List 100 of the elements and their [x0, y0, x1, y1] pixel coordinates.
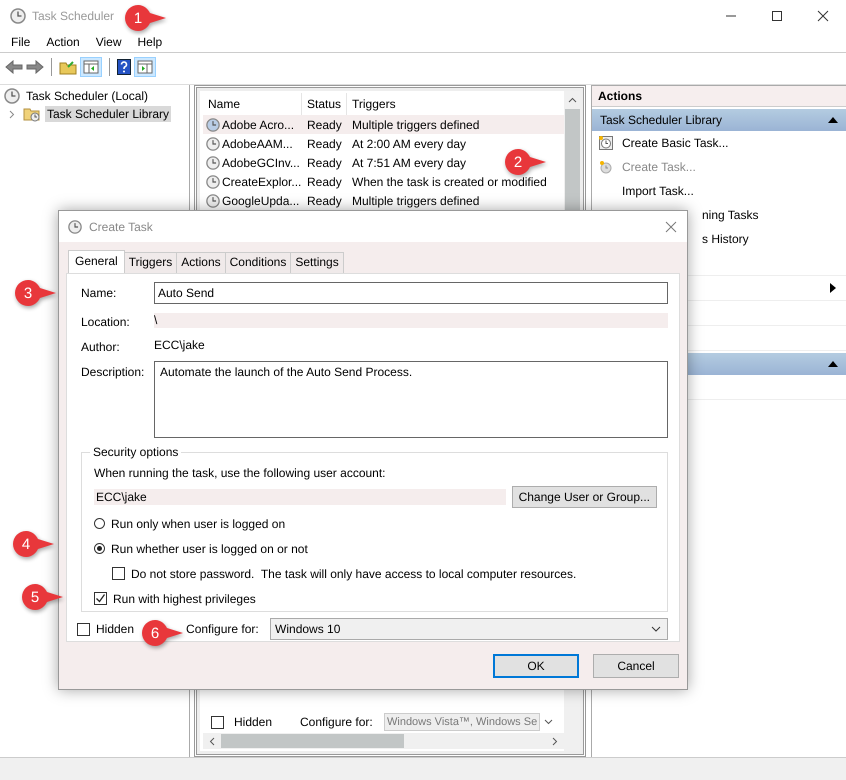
configure-dropdown[interactable]: Windows 10 — [270, 618, 668, 640]
option-label[interactable]: Hidden — [96, 622, 134, 636]
dialog-title: Create Task — [89, 220, 153, 234]
clock-icon — [206, 136, 220, 150]
table-cell[interactable]: Ready — [302, 174, 347, 188]
callout-badge: 4 — [11, 529, 55, 559]
table-cell[interactable]: Multiple triggers defined — [347, 118, 480, 132]
clock-icon — [206, 194, 220, 208]
field-label: Author: — [81, 339, 121, 354]
option-label[interactable]: Do not store password. The task will only have access to local computer resources. — [131, 566, 576, 580]
help-icon[interactable] — [117, 59, 131, 75]
action-link[interactable]: Create Basic Task... — [622, 136, 728, 150]
forward-arrow-icon[interactable] — [26, 60, 44, 74]
dialog-button[interactable]: OK — [493, 654, 579, 678]
folder-clock-icon — [23, 106, 41, 122]
callout-badge: 5 — [20, 582, 64, 612]
callout-badge: 2 — [503, 147, 547, 177]
column-header[interactable]: Triggers — [347, 93, 396, 115]
instruction-text: When running the task, use the following user account: — [94, 466, 387, 480]
name-field[interactable]: Auto Send — [154, 282, 668, 304]
radio-button[interactable] — [94, 518, 105, 529]
table-cell[interactable]: CreateExplor... — [222, 174, 302, 188]
table-cell[interactable]: Adobe Acro... — [222, 118, 294, 132]
clock-icon — [68, 220, 82, 234]
tab[interactable]: Settings — [290, 252, 344, 273]
menu-item[interactable]: Help — [138, 35, 162, 49]
menu-item[interactable]: Action — [46, 35, 80, 49]
description-field[interactable]: Automate the launch of the Auto Send Process. — [154, 361, 668, 438]
option-label[interactable]: Run whether user is logged on or not — [111, 542, 308, 556]
table-cell[interactable]: AdobeAAM... — [222, 136, 293, 150]
clock-icon — [206, 118, 220, 132]
field-label: Configure for: — [300, 715, 374, 729]
action-link[interactable]: ning Tasks — [702, 208, 758, 222]
table-cell[interactable]: Ready — [302, 194, 347, 208]
radio-button[interactable] — [94, 543, 105, 554]
table-cell[interactable]: At 2:00 AM every day — [347, 136, 466, 150]
pane-toggle-button[interactable] — [80, 57, 102, 77]
callout-badge: 1 — [123, 3, 167, 33]
tree-item[interactable]: Task Scheduler (Local) — [24, 88, 150, 104]
table-cell[interactable]: Multiple triggers defined — [347, 194, 480, 208]
clock-page-icon — [598, 135, 614, 151]
table-cell[interactable]: Ready — [302, 118, 347, 132]
action-link[interactable]: Import Task... — [622, 184, 694, 198]
table-cell[interactable]: GoogleUpda... — [222, 194, 300, 208]
account-value: ECC\jake — [94, 489, 506, 505]
window-title: Task Scheduler — [32, 9, 114, 23]
tab[interactable]: Triggers — [124, 252, 178, 273]
field-label: Location: — [81, 314, 131, 329]
field-label: Description: — [81, 364, 146, 379]
tree-item[interactable]: Task Scheduler Library — [45, 106, 172, 122]
configure-dropdown[interactable]: Windows Vista™, Windows Se — [384, 713, 540, 731]
chevron-down-icon[interactable] — [544, 719, 554, 725]
scroll-left-icon[interactable] — [209, 736, 215, 746]
action-pane-button[interactable] — [134, 57, 156, 77]
table-cell[interactable]: When the task is created or modified — [347, 174, 547, 188]
collapse-triangle-icon[interactable] — [828, 361, 838, 367]
checkbox[interactable] — [94, 592, 107, 605]
pane-header: Actions — [592, 86, 846, 107]
field-label: Name: — [81, 285, 118, 300]
checkbox-label: Hidden — [234, 715, 274, 729]
close-icon[interactable] — [817, 10, 829, 22]
table-cell[interactable]: Ready — [302, 136, 347, 150]
folder-icon[interactable] — [59, 59, 77, 75]
callout-badge: 3 — [13, 278, 57, 308]
callout-badge: 6 — [140, 618, 184, 648]
table-cell[interactable]: AdobeGCInv... — [222, 156, 300, 170]
checkbox[interactable] — [77, 622, 90, 636]
tab[interactable]: General — [68, 250, 125, 273]
clock-icon — [206, 156, 220, 170]
author-value: ECC\jake — [154, 338, 206, 352]
scroll-up-icon[interactable] — [568, 97, 576, 103]
checkbox[interactable] — [211, 716, 224, 728]
tab[interactable]: Conditions — [224, 252, 292, 273]
chevron-right-icon[interactable] — [9, 110, 15, 118]
option-label[interactable]: Run with highest privileges — [113, 592, 256, 606]
option-label[interactable]: Run only when user is logged on — [111, 516, 286, 530]
group-title: Security options — [90, 445, 182, 459]
section-header[interactable]: Task Scheduler Library — [592, 109, 846, 131]
table-cell[interactable]: At 7:51 AM every day — [347, 156, 466, 170]
horizontal-scrollbar[interactable] — [203, 733, 564, 749]
clock-icon — [4, 88, 20, 104]
clock-icon — [10, 8, 26, 24]
table-cell[interactable]: Ready — [302, 156, 347, 170]
chevron-down-icon[interactable] — [651, 626, 661, 632]
clock-icon — [598, 159, 614, 175]
tab[interactable]: Actions — [176, 252, 226, 273]
clock-icon — [206, 174, 220, 188]
maximize-icon[interactable] — [771, 10, 783, 22]
back-arrow-icon[interactable] — [5, 60, 23, 74]
action-link[interactable]: s History — [702, 232, 749, 246]
collapse-triangle-icon[interactable] — [828, 117, 838, 123]
checkbox[interactable] — [112, 567, 125, 580]
scroll-right-icon[interactable] — [552, 736, 558, 746]
change-user-button[interactable]: Change User or Group... — [512, 486, 657, 508]
submenu-arrow-icon[interactable] — [830, 283, 836, 293]
menu-item[interactable]: File — [11, 35, 30, 49]
field-label: Configure for: — [186, 622, 260, 636]
menu-item[interactable]: View — [96, 35, 122, 49]
dialog-button[interactable]: Cancel — [593, 654, 679, 678]
scrollbar-thumb[interactable] — [221, 734, 404, 748]
